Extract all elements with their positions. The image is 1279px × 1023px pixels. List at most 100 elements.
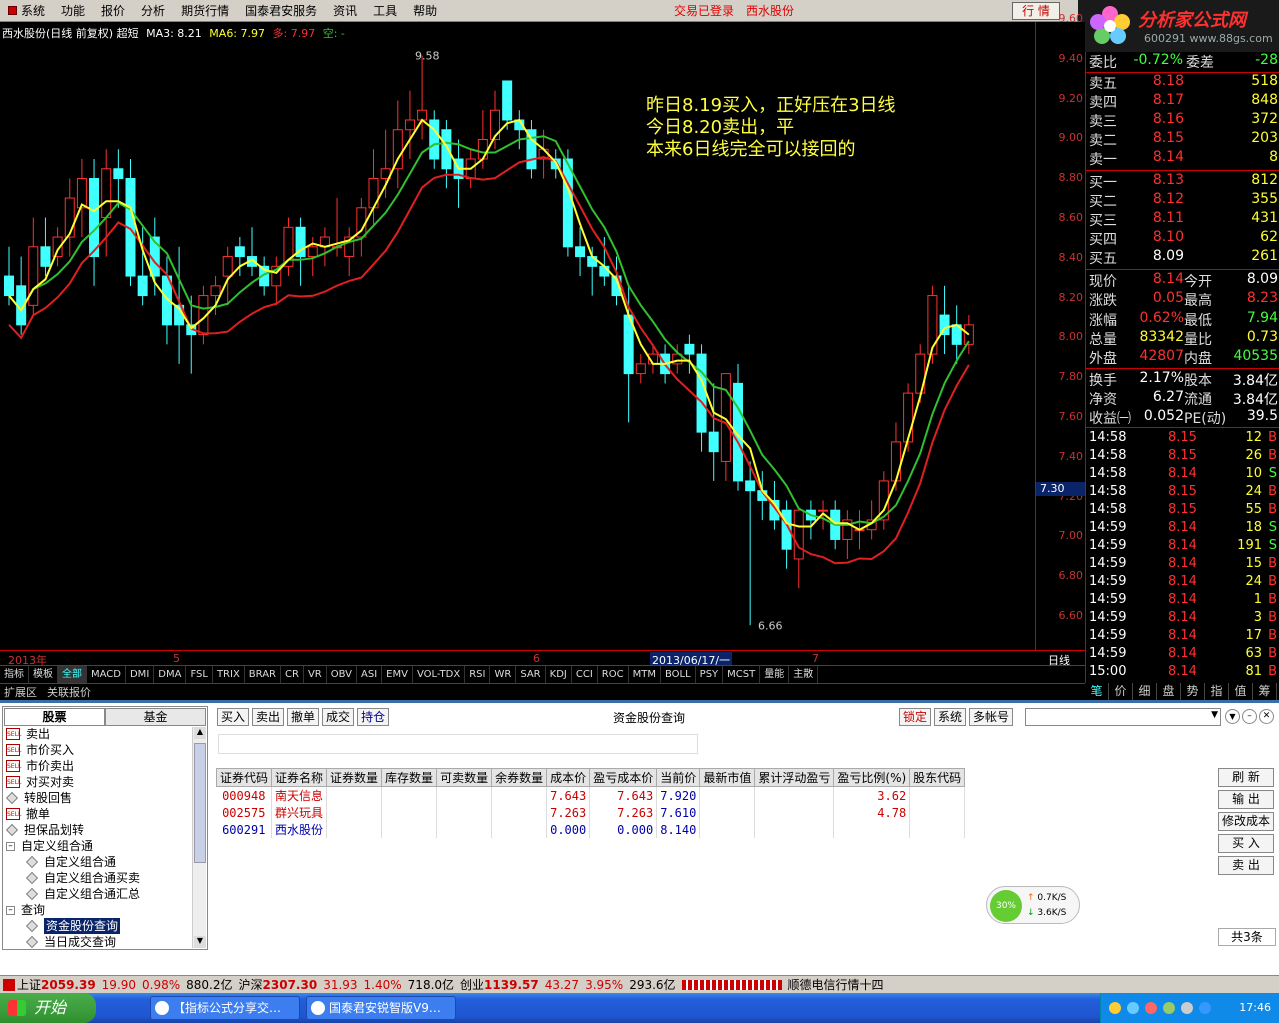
indicator-tab[interactable]: SAR bbox=[516, 666, 546, 683]
indicator-tab[interactable]: ASI bbox=[357, 666, 383, 683]
indicator-tab[interactable]: CR bbox=[281, 666, 304, 683]
update-icon[interactable] bbox=[1199, 1002, 1211, 1014]
indicator-tab[interactable]: 量能 bbox=[760, 666, 790, 683]
nav-item[interactable]: 自定义组合通汇总 bbox=[26, 886, 140, 902]
scroll-up-icon[interactable]: ▲ bbox=[194, 727, 206, 739]
indicator-tab[interactable]: CCI bbox=[572, 666, 598, 683]
multi-account-button[interactable]: 多帐号 bbox=[969, 708, 1014, 726]
menu-help[interactable]: 帮助 bbox=[405, 0, 445, 22]
cancel-order-button[interactable]: 撤单 bbox=[287, 708, 320, 726]
indicator-tab[interactable]: ROC bbox=[598, 666, 629, 683]
sell-level[interactable]: 卖四 8.17 848 bbox=[1086, 92, 1279, 111]
nav-scrollbar[interactable]: ▲ ▼ bbox=[192, 727, 206, 948]
indicator-tab[interactable]: VOL-TDX bbox=[413, 666, 466, 683]
indicator-tab[interactable]: RSI bbox=[465, 666, 491, 683]
sell-button[interactable]: 卖出 bbox=[252, 708, 285, 726]
column-header[interactable]: 库存数量 bbox=[381, 768, 438, 787]
side-buy-button[interactable]: 买 入 bbox=[1218, 834, 1274, 853]
buy-level[interactable]: 买五 8.09 261 bbox=[1086, 248, 1279, 267]
indicator-tab[interactable]: MACD bbox=[87, 666, 126, 683]
sell-level[interactable]: 卖五 8.18 518 bbox=[1086, 73, 1279, 92]
column-header[interactable]: 盈亏比例(%) bbox=[833, 768, 911, 787]
quote-tab[interactable]: 价 bbox=[1109, 683, 1133, 700]
indicator-tab[interactable]: 指标 bbox=[0, 666, 29, 683]
task-formula-share[interactable]: 【指标公式分享交… bbox=[150, 996, 300, 1020]
quote-tab[interactable]: 笔 bbox=[1085, 683, 1109, 700]
menu-quote[interactable]: 报价 bbox=[93, 0, 133, 22]
start-button[interactable]: 开始 bbox=[0, 993, 96, 1023]
indicator-tab[interactable]: FSL bbox=[186, 666, 213, 683]
network-icon[interactable] bbox=[1127, 1002, 1139, 1014]
account-select[interactable]: ▼ bbox=[1025, 708, 1221, 726]
menu-function[interactable]: 功能 bbox=[53, 0, 93, 22]
quote-tab[interactable]: 值 bbox=[1229, 683, 1253, 700]
column-header[interactable]: 累计浮动盈亏 bbox=[754, 768, 835, 787]
menu-system[interactable]: 系统 bbox=[0, 0, 53, 22]
indicator-tab[interactable]: 模板 bbox=[29, 666, 58, 683]
buy-level[interactable]: 买一 8.13 812 bbox=[1086, 172, 1279, 191]
expand-icon[interactable]: ▼ bbox=[1225, 709, 1240, 724]
ime-icon[interactable] bbox=[1181, 1002, 1193, 1014]
scroll-thumb[interactable] bbox=[194, 743, 206, 863]
nav-item[interactable]: 资金股份查询 bbox=[26, 918, 121, 934]
qq-icon[interactable] bbox=[1109, 1002, 1121, 1014]
modify-cost-button[interactable]: 修改成本 bbox=[1218, 812, 1274, 831]
sell-level[interactable]: 卖二 8.15 203 bbox=[1086, 130, 1279, 149]
column-header[interactable]: 成本价 bbox=[546, 768, 591, 787]
quote-tab[interactable]: 盘 bbox=[1157, 683, 1181, 700]
minimize-icon[interactable]: – bbox=[1242, 709, 1257, 724]
indicator-tab[interactable]: DMI bbox=[126, 666, 155, 683]
scroll-down-icon[interactable]: ▼ bbox=[194, 936, 206, 948]
quote-tab[interactable]: 细 bbox=[1133, 683, 1157, 700]
menu-futures[interactable]: 期货行情 bbox=[173, 0, 237, 22]
sell-level[interactable]: 卖一 8.14 8 bbox=[1086, 149, 1279, 168]
indicator-tab[interactable]: 全部 bbox=[58, 666, 87, 683]
side-sell-button[interactable]: 卖 出 bbox=[1218, 856, 1274, 875]
deals-button[interactable]: 成交 bbox=[322, 708, 355, 726]
lock-button[interactable]: 锁定 bbox=[899, 708, 932, 726]
nav-item[interactable]: SELL 卖出 bbox=[6, 726, 50, 742]
column-header[interactable]: 证券名称 bbox=[271, 768, 328, 787]
ext-tab-related-quote[interactable]: 关联报价 bbox=[47, 684, 91, 700]
buy-level[interactable]: 买三 8.11 431 bbox=[1086, 210, 1279, 229]
menu-gtja-service[interactable]: 国泰君安服务 bbox=[237, 0, 325, 22]
nav-item[interactable]: SELL 对买对卖 bbox=[6, 774, 74, 790]
buy-level[interactable]: 买二 8.12 355 bbox=[1086, 191, 1279, 210]
menu-news[interactable]: 资讯 bbox=[325, 0, 365, 22]
indicator-tab[interactable]: PSY bbox=[696, 666, 724, 683]
indicator-tab[interactable]: WR bbox=[490, 666, 517, 683]
indicator-tab[interactable]: EMV bbox=[382, 666, 413, 683]
nav-item[interactable]: 转股回售 bbox=[6, 790, 72, 806]
close-icon[interactable]: ✕ bbox=[1259, 709, 1274, 724]
column-header[interactable]: 余券数量 bbox=[491, 768, 548, 787]
nav-item[interactable]: SELL 市价卖出 bbox=[6, 758, 74, 774]
nav-item[interactable]: – 自定义组合通 bbox=[6, 838, 93, 854]
dropdown-arrow-icon[interactable]: ▼ bbox=[1211, 710, 1218, 720]
query-input[interactable] bbox=[218, 734, 698, 754]
column-header[interactable]: 股东代码 bbox=[909, 768, 966, 787]
column-header[interactable]: 证券代码 bbox=[215, 768, 273, 787]
quote-tab[interactable]: 势 bbox=[1181, 683, 1205, 700]
indicator-tab[interactable]: MCST bbox=[723, 666, 761, 683]
column-header[interactable]: 盈亏成本价 bbox=[589, 768, 658, 787]
collapse-icon[interactable]: – bbox=[6, 841, 15, 851]
indicator-tab[interactable]: 主散 bbox=[789, 666, 819, 683]
menu-analysis[interactable]: 分析 bbox=[133, 0, 173, 22]
table-row[interactable]: 600291 西水股份 0.000 0.000 8.140 bbox=[216, 821, 966, 838]
indicator-tab[interactable]: OBV bbox=[327, 666, 357, 683]
sell-level[interactable]: 卖三 8.16 372 bbox=[1086, 111, 1279, 130]
nav-item[interactable]: SELL 撤单 bbox=[6, 806, 50, 822]
net-speed-widget[interactable]: 30% ↑ 0.7K/S ↓ 3.6K/S bbox=[986, 886, 1080, 924]
task-gtja-app[interactable]: 国泰君安锐智版V9… bbox=[306, 996, 456, 1020]
indicator-tab[interactable]: MTM bbox=[629, 666, 661, 683]
security-icon[interactable] bbox=[1145, 1002, 1157, 1014]
ext-tab-extend[interactable]: 扩展区 bbox=[4, 684, 37, 700]
indicator-tab[interactable]: BRAR bbox=[245, 666, 281, 683]
export-button[interactable]: 输 出 bbox=[1218, 790, 1274, 809]
system-button[interactable]: 系统 bbox=[934, 708, 967, 726]
nav-item[interactable]: SELL 市价买入 bbox=[6, 742, 74, 758]
nav-item[interactable]: 自定义组合通买卖 bbox=[26, 870, 140, 886]
nav-item[interactable]: 自定义组合通 bbox=[26, 854, 116, 870]
news-ticker[interactable]: 顺德电信行情十四 bbox=[788, 976, 884, 993]
column-header[interactable]: 当前价 bbox=[656, 768, 701, 787]
